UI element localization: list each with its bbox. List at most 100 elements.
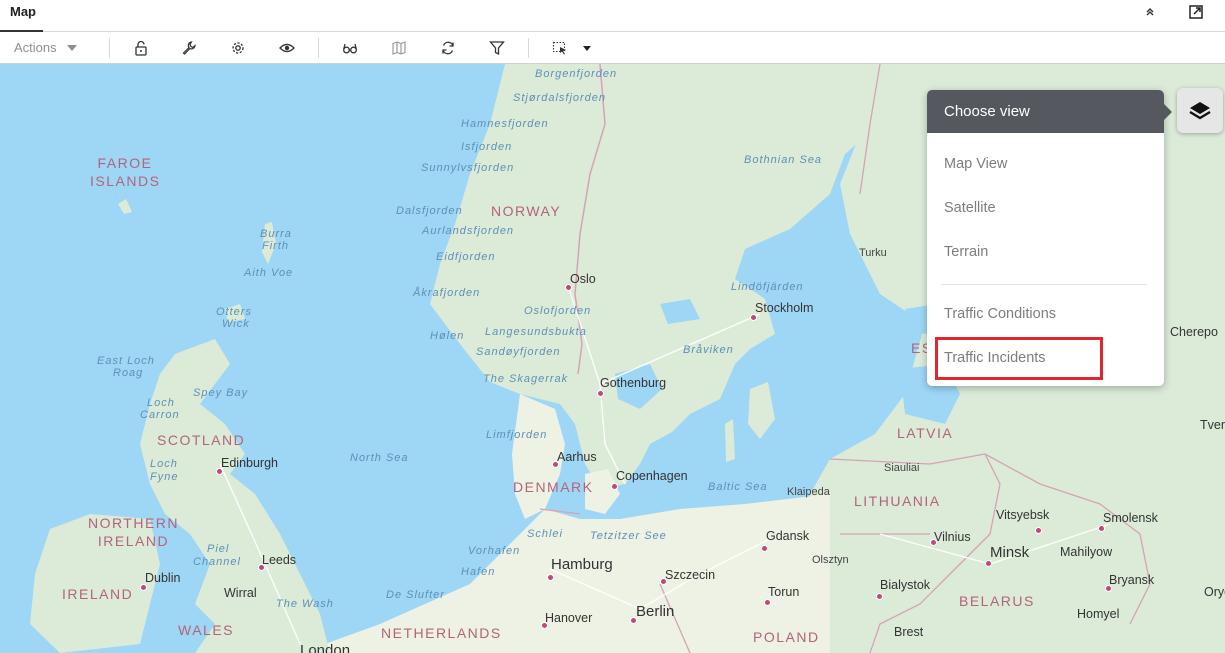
water-label: Aurlandsfjorden — [422, 225, 515, 237]
city-label: Cherepo — [1170, 325, 1218, 339]
traffic-conditions-option[interactable]: Traffic Conditions — [944, 306, 1056, 322]
city-marker — [750, 314, 757, 321]
city-label: Aarhus — [557, 450, 597, 464]
city-label: Vitsyebsk — [996, 508, 1050, 522]
water-label: Schlei — [527, 528, 563, 540]
city-marker — [611, 483, 618, 490]
city-marker — [1098, 525, 1105, 532]
eye-icon[interactable] — [276, 37, 298, 59]
water-label: Piel — [207, 543, 230, 555]
glasses-icon[interactable] — [339, 37, 361, 59]
city-label: Brest — [894, 625, 924, 639]
water-label: Wick — [222, 318, 250, 330]
map-icon[interactable] — [388, 37, 410, 59]
city-marker — [761, 545, 768, 552]
filter-icon[interactable] — [486, 37, 508, 59]
water-label: Baltic Sea — [708, 481, 768, 493]
country-label: NETHERLANDS — [381, 625, 502, 641]
water-label: Isfjorden — [461, 141, 513, 153]
water-label: Firth — [262, 240, 289, 252]
select-area-icon[interactable] — [549, 37, 571, 59]
menu-divider — [941, 284, 1147, 285]
water-label: Lindöfjärden — [731, 281, 804, 293]
country-label: IRELAND — [62, 586, 134, 602]
country-label: NORTHERN IRELAND — [87, 515, 180, 549]
popout-icon[interactable] — [1186, 2, 1206, 22]
water-label: Vorhafen — [468, 545, 521, 557]
water-label: Carron — [140, 409, 180, 421]
water-label: Hamnesfjorden — [461, 118, 549, 130]
city-marker — [985, 560, 992, 567]
refresh-icon[interactable] — [437, 37, 459, 59]
water-label: North Sea — [350, 452, 409, 464]
water-label: The Skagerrak — [483, 373, 569, 385]
country-label: FAROE ISLANDS — [90, 155, 161, 189]
city-label: Klaipeda — [787, 486, 830, 498]
water-label: Bråviken — [683, 344, 734, 356]
map-tab[interactable]: Map — [0, 0, 46, 32]
city-label: Dublin — [145, 571, 181, 585]
water-label: Langesundsbukta — [485, 326, 587, 338]
water-label: Fyne — [150, 471, 179, 483]
city-label: Torun — [768, 585, 800, 599]
collapse-icon[interactable] — [1140, 2, 1160, 22]
selection-highlight — [935, 337, 1103, 380]
satellite-option[interactable]: Satellite — [944, 200, 996, 216]
city-label: Homyel — [1077, 607, 1120, 621]
water-label: Aith Voe — [244, 267, 294, 279]
country-label: POLAND — [753, 629, 820, 645]
wrench-icon[interactable] — [178, 37, 200, 59]
water-label: East Loch — [97, 355, 155, 367]
water-label: The Wash — [276, 598, 334, 610]
water-label: Oslofjorden — [524, 305, 592, 317]
map-view-option[interactable]: Map View — [944, 156, 1007, 172]
country-label: WALES — [178, 622, 234, 638]
water-label: Bothnian Sea — [744, 154, 823, 166]
menu-pointer — [1164, 104, 1172, 120]
toolbar-divider — [318, 38, 319, 58]
country-label: BELARUS — [959, 593, 1035, 609]
panel-header: Map — [0, 0, 1225, 32]
layers-button[interactable] — [1177, 88, 1223, 133]
water-label: Roag — [113, 367, 144, 379]
water-label: Dalsfjorden — [396, 205, 463, 217]
city-label: Stockholm — [755, 301, 814, 315]
water-label: Tetzitzer See — [590, 530, 667, 542]
unlock-icon[interactable] — [130, 37, 152, 59]
country-label: LATVIA — [897, 425, 954, 441]
city-label: Hamburg — [551, 556, 613, 573]
country-label: DENMARK — [513, 479, 594, 495]
city-label: Bialystok — [880, 578, 931, 592]
layers-icon — [1189, 101, 1211, 119]
water-label: Otters — [216, 306, 252, 318]
toolbar-divider — [528, 38, 529, 58]
city-marker — [597, 390, 604, 397]
city-label: Olsztyn — [812, 554, 849, 566]
water-label: Åkrafjorden — [413, 287, 481, 299]
water-label: De Slufter — [386, 589, 445, 601]
water-label: Hølen — [430, 330, 465, 342]
water-label: Loch — [150, 458, 178, 470]
city-label: Leeds — [262, 553, 297, 567]
gear-icon[interactable] — [227, 37, 249, 59]
city-label: London — [300, 642, 351, 653]
city-label: Bryansk — [1109, 573, 1155, 587]
city-label: Gothenburg — [600, 376, 667, 390]
chevron-down-icon[interactable] — [576, 37, 598, 59]
city-marker — [547, 574, 554, 581]
city-label: Tver — [1200, 418, 1225, 432]
water-label: Stjørdalsfjorden — [513, 92, 607, 104]
actions-dropdown[interactable]: Actions — [14, 32, 77, 63]
city-marker — [876, 593, 883, 600]
water-label: Channel — [193, 556, 241, 568]
city-label: Vilnius — [934, 530, 971, 544]
terrain-option[interactable]: Terrain — [944, 244, 988, 260]
country-label: NORWAY — [491, 203, 562, 219]
page-title: Map — [10, 4, 36, 19]
menu-title: Choose view — [944, 103, 1030, 120]
city-label: Oslo — [570, 272, 596, 286]
water-label: Sunnylvsfjorden — [421, 162, 515, 174]
city-label: Hanover — [545, 611, 593, 625]
city-marker — [140, 584, 147, 591]
city-label: Oryo — [1204, 585, 1225, 599]
